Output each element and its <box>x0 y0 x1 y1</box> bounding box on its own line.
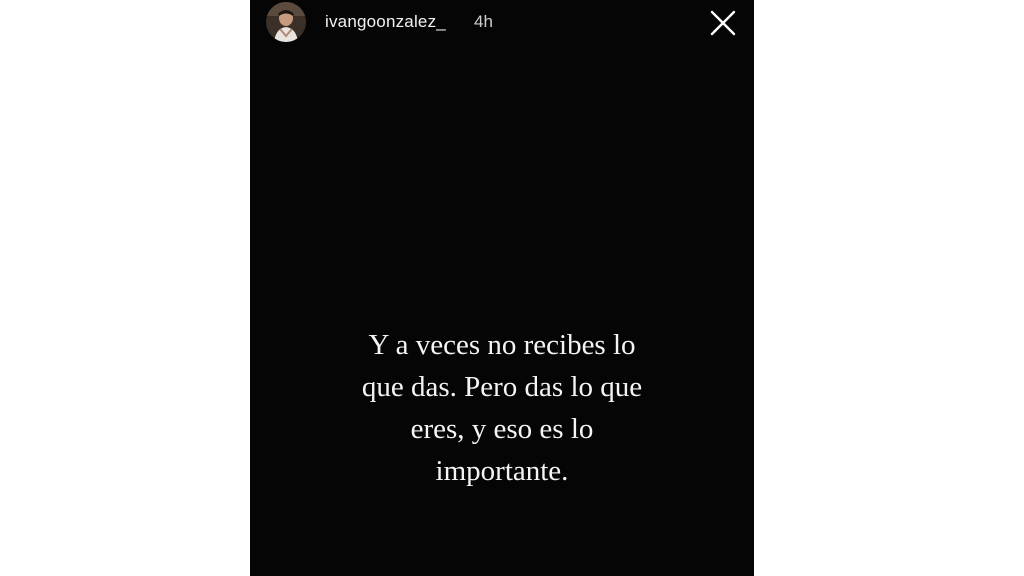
close-icon <box>710 10 736 36</box>
caption-line: eres, y eso es lo <box>410 413 594 445</box>
avatar-photo-icon <box>266 2 306 42</box>
story-header: ivangoonzalez_ 4h <box>250 0 754 48</box>
caption-line: Y a veces no recibes lo <box>368 329 636 361</box>
close-button[interactable] <box>710 10 736 36</box>
page: ivangoonzalez_ 4h Y a veces no recibes l… <box>0 0 1024 576</box>
story-caption: Y a veces no recibes lo que das. Pero da… <box>310 324 694 492</box>
caption-line: que das. Pero das lo que <box>361 371 643 403</box>
story-timestamp: 4h <box>474 12 493 31</box>
avatar[interactable] <box>266 2 306 42</box>
story-viewer[interactable]: ivangoonzalez_ 4h Y a veces no recibes l… <box>250 0 754 576</box>
caption-line: importante. <box>435 455 569 487</box>
username[interactable]: ivangoonzalez_ <box>325 12 446 32</box>
